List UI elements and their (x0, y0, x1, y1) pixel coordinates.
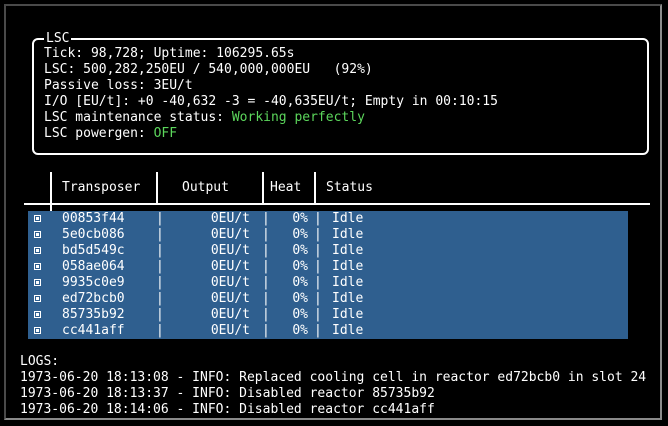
header-status: Status (326, 180, 373, 195)
table-row[interactable]: bd5d549c | 0EU/t | 0% | Idle (28, 243, 628, 259)
cell-separator: | (314, 211, 322, 226)
output-value: 0EU/t (210, 259, 250, 274)
transposer-id: cc441aff (62, 323, 125, 338)
column-divider (156, 172, 158, 203)
storage-line: LSC: 500,282,250EU / 540,000,000EU (92%) (44, 62, 373, 77)
cell-separator: | (262, 211, 270, 226)
table-row[interactable]: 058ae064 | 0EU/t | 0% | Idle (28, 259, 628, 275)
cell-separator: | (314, 243, 322, 258)
table-row[interactable]: 9935c0e9 | 0EU/t | 0% | Idle (28, 275, 628, 291)
row-checkbox-icon[interactable] (34, 311, 41, 318)
transposer-id: ed72bcb0 (62, 291, 125, 306)
status-value: Idle (332, 323, 364, 338)
status-value: Idle (332, 275, 364, 290)
log-entry: 1973-06-20 18:13:37 - INFO: Disabled rea… (20, 386, 435, 401)
header-heat: Heat (270, 180, 302, 195)
cell-separator: | (262, 227, 270, 242)
powergen-line: LSC powergen: OFF (44, 126, 177, 142)
powergen-value: OFF (153, 126, 178, 141)
output-value: 0EU/t (210, 275, 250, 290)
row-checkbox-icon[interactable] (34, 215, 41, 222)
cell-separator: | (156, 259, 164, 274)
passive-loss-line: Passive loss: 3EU/t (44, 78, 193, 93)
lsc-panel-title: LSC (44, 31, 72, 46)
table-row[interactable]: 00853f44 | 0EU/t | 0% | Idle (28, 211, 628, 227)
heat-value: 0% (292, 307, 308, 322)
transposer-id: 5e0cb086 (62, 227, 125, 242)
logs-title: LOGS: (20, 354, 60, 369)
transposer-id: 058ae064 (62, 259, 125, 274)
cell-separator: | (156, 291, 164, 306)
tick-uptime-line: Tick: 98,728; Uptime: 106295.65s (44, 46, 295, 61)
heat-value: 0% (292, 291, 308, 306)
table-row[interactable]: 5e0cb086 | 0EU/t | 0% | Idle (28, 227, 628, 243)
log-entry: 1973-06-20 18:14:06 - INFO: Disabled rea… (20, 402, 435, 417)
column-divider (262, 172, 264, 203)
cell-separator: | (262, 307, 270, 322)
heat-value: 0% (292, 259, 308, 274)
transposer-id: 9935c0e9 (62, 275, 125, 290)
header-divider (24, 203, 650, 205)
output-value: 0EU/t (210, 323, 250, 338)
cell-separator: | (314, 323, 322, 338)
output-value: 0EU/t (210, 307, 250, 322)
status-value: Idle (332, 259, 364, 274)
header-transposer: Transposer (62, 180, 141, 195)
cell-separator: | (262, 291, 270, 306)
table-row[interactable]: ed72bcb0 | 0EU/t | 0% | Idle (28, 291, 628, 307)
cell-separator: | (156, 307, 164, 322)
status-value: Idle (332, 243, 364, 258)
output-value: 0EU/t (210, 243, 250, 258)
cell-separator: | (156, 211, 164, 226)
header-output: Output (182, 180, 229, 195)
row-checkbox-icon[interactable] (34, 231, 41, 238)
output-value: 0EU/t (210, 211, 250, 226)
heat-value: 0% (292, 323, 308, 338)
status-value: Idle (332, 291, 364, 306)
transposer-table: 00853f44 | 0EU/t | 0% | Idle 5e0cb086 | 0EU/t | 0% |… (28, 211, 628, 339)
status-value: Idle (332, 307, 364, 322)
cell-separator: | (262, 259, 270, 274)
cell-separator: | (156, 243, 164, 258)
cell-separator: | (262, 243, 270, 258)
cell-separator: | (156, 323, 164, 338)
heat-value: 0% (292, 243, 308, 258)
powergen-label: LSC powergen: (44, 126, 154, 141)
heat-value: 0% (292, 211, 308, 226)
log-entry: 1973-06-20 18:13:08 - INFO: Replaced coo… (20, 370, 647, 385)
table-row[interactable]: cc441aff | 0EU/t | 0% | Idle (28, 323, 628, 339)
output-value: 0EU/t (210, 291, 250, 306)
transposer-id: 85735b92 (62, 307, 125, 322)
row-checkbox-icon[interactable] (34, 247, 41, 254)
cell-separator: | (314, 227, 322, 242)
row-checkbox-icon[interactable] (34, 327, 41, 334)
output-value: 0EU/t (210, 227, 250, 242)
terminal-screen: LSC Tick: 98,728; Uptime: 106295.65s LSC… (4, 4, 662, 420)
column-divider (314, 172, 316, 203)
cell-separator: | (156, 275, 164, 290)
status-value: Idle (332, 211, 364, 226)
cell-separator: | (314, 259, 322, 274)
maintenance-label: LSC maintenance status: (44, 110, 232, 125)
maintenance-status-line: LSC maintenance status: Working perfectl… (44, 110, 365, 126)
cell-separator: | (262, 275, 270, 290)
table-row[interactable]: 85735b92 | 0EU/t | 0% | Idle (28, 307, 628, 323)
cell-separator: | (314, 307, 322, 322)
maintenance-value: Working perfectly (231, 110, 365, 125)
cell-separator: | (156, 227, 164, 242)
transposer-id: 00853f44 (62, 211, 125, 226)
heat-value: 0% (292, 275, 308, 290)
cell-separator: | (314, 275, 322, 290)
cell-separator: | (262, 323, 270, 338)
row-checkbox-icon[interactable] (34, 263, 41, 270)
row-checkbox-icon[interactable] (34, 279, 41, 286)
heat-value: 0% (292, 227, 308, 242)
row-checkbox-icon[interactable] (34, 295, 41, 302)
cell-separator: | (314, 291, 322, 306)
io-line: I/O [EU/t]: +0 -40,632 -3 = -40,635EU/t;… (44, 94, 498, 109)
transposer-id: bd5d549c (62, 243, 125, 258)
status-value: Idle (332, 227, 364, 242)
